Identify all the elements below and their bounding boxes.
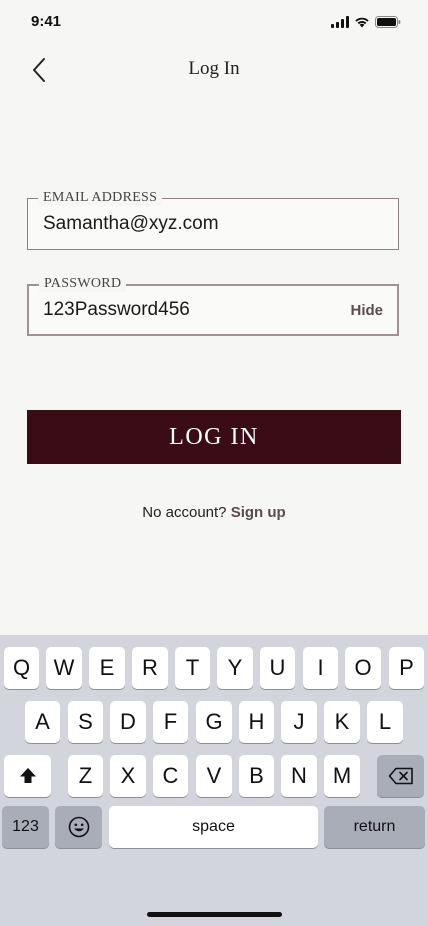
page-title: Log In	[188, 58, 240, 79]
emoji-key[interactable]	[55, 806, 102, 848]
home-indicator	[147, 912, 282, 917]
status-bar: 9:41	[0, 0, 428, 46]
keyboard: Q W E R T Y U I O P A S D F G H J K L Z …	[0, 635, 428, 926]
shift-icon	[19, 768, 36, 783]
password-field[interactable]: PASSWORD Hide	[27, 276, 399, 336]
return-key[interactable]: return	[324, 806, 425, 848]
email-label: EMAIL ADDRESS	[38, 190, 163, 206]
key-q[interactable]: Q	[4, 647, 39, 689]
backspace-icon	[388, 767, 413, 785]
key-v[interactable]: V	[196, 755, 232, 797]
key-b[interactable]: B	[239, 755, 274, 797]
status-time: 9:41	[31, 13, 62, 30]
password-input[interactable]	[43, 297, 333, 323]
signup-prompt: No account?	[142, 504, 227, 521]
key-j[interactable]: J	[281, 701, 317, 743]
hide-password-button[interactable]: Hide	[350, 302, 383, 319]
key-f[interactable]: F	[153, 701, 188, 743]
key-l[interactable]: L	[367, 701, 403, 743]
login-button[interactable]: LOG IN	[27, 410, 401, 464]
emoji-icon	[68, 816, 89, 838]
key-t[interactable]: T	[175, 647, 210, 689]
key-g[interactable]: G	[196, 701, 232, 743]
shift-key[interactable]	[4, 755, 51, 797]
battery-icon	[375, 16, 401, 28]
signup-link[interactable]: Sign up	[231, 504, 286, 521]
key-k[interactable]: K	[324, 701, 360, 743]
key-m[interactable]: M	[324, 755, 360, 797]
key-y[interactable]: Y	[217, 647, 253, 689]
key-d[interactable]: D	[110, 701, 146, 743]
key-e[interactable]: E	[89, 647, 125, 689]
key-c[interactable]: C	[153, 755, 188, 797]
signup-row: No account? Sign up	[0, 504, 428, 521]
nav-bar: Log In	[0, 48, 428, 92]
key-o[interactable]: O	[345, 647, 381, 689]
numbers-key[interactable]: 123	[2, 806, 49, 848]
key-i[interactable]: I	[303, 647, 338, 689]
cellular-signal-icon	[331, 16, 349, 28]
wifi-icon	[355, 17, 369, 28]
key-u[interactable]: U	[260, 647, 295, 689]
status-icons	[331, 16, 401, 28]
key-s[interactable]: S	[68, 701, 103, 743]
key-w[interactable]: W	[46, 647, 82, 689]
key-x[interactable]: X	[110, 755, 146, 797]
key-h[interactable]: H	[239, 701, 274, 743]
key-z[interactable]: Z	[68, 755, 103, 797]
delete-key[interactable]	[377, 755, 424, 797]
space-key[interactable]: space	[109, 806, 318, 848]
key-a[interactable]: A	[25, 701, 60, 743]
key-n[interactable]: N	[281, 755, 317, 797]
email-field[interactable]: EMAIL ADDRESS	[27, 190, 399, 250]
email-input[interactable]	[43, 211, 333, 237]
key-p[interactable]: P	[389, 647, 424, 689]
key-r[interactable]: R	[132, 647, 168, 689]
password-label: PASSWORD	[39, 276, 127, 292]
